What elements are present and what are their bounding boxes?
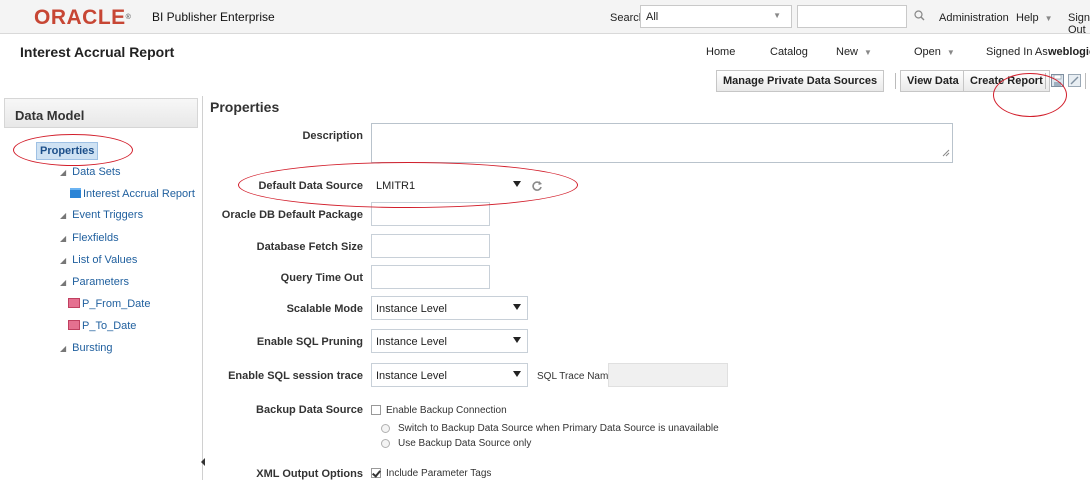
expand-triangle-icon: ◢ [60,234,67,243]
expand-triangle-icon: ◢ [60,168,67,177]
home-link[interactable]: Home [706,46,735,58]
dropdown-arrow-icon [513,181,521,187]
parameter-icon [68,298,80,308]
backup-data-source-label: Backup Data Source [256,404,363,416]
tree-item-event-triggers[interactable]: ◢ Event Triggers [60,209,143,221]
oracle-db-default-package-input[interactable] [371,202,490,226]
expand-triangle-icon: ◢ [60,256,67,265]
manage-private-data-sources-button[interactable]: Manage Private Data Sources [716,70,885,92]
use-backup-only-radio[interactable] [381,439,390,448]
xml-output-options-label: XML Output Options [256,468,363,480]
view-data-button[interactable]: View Data [900,70,966,92]
expand-triangle-icon: ◢ [60,344,67,353]
panel-header: Data Model [4,98,198,128]
product-name: BI Publisher Enterprise [152,10,275,24]
tree-item-parameter[interactable]: P_To_Date [68,320,136,332]
tree-item-data-sets[interactable]: ◢ Data Sets [60,166,120,178]
switch-to-backup-radio[interactable] [381,424,390,433]
enable-sql-pruning-select[interactable]: Instance Level [371,329,528,353]
tree-item-parameter[interactable]: P_From_Date [68,298,150,310]
administration-link[interactable]: Administration [939,12,1009,24]
use-backup-only-label: Use Backup Data Source only [398,438,532,449]
help-menu[interactable]: Help ▼ [1016,12,1053,24]
tree-item-data-set[interactable]: Interest Accrual Report [70,188,195,200]
search-icon[interactable] [914,10,925,24]
dropdown-arrow-icon [513,337,521,343]
chevron-down-icon: ▼ [946,48,955,57]
open-menu[interactable]: Open ▼ [914,46,955,58]
search-input[interactable] [797,5,907,28]
enable-sql-pruning-label: Enable SQL Pruning [256,336,363,348]
scalable-mode-label: Scalable Mode [286,303,363,315]
catalog-link[interactable]: Catalog [770,46,808,58]
tree-item-list-of-values[interactable]: ◢ List of Values [60,254,137,266]
save-as-icon[interactable] [1068,74,1081,90]
enable-backup-connection-checkbox[interactable] [371,405,381,415]
chevron-down-icon: ▼ [773,11,781,20]
default-data-source-select[interactable]: LMITR1 [371,173,528,197]
refresh-icon[interactable] [531,180,543,195]
tree-item-parameters[interactable]: ◢ Parameters [60,276,129,288]
query-time-out-input[interactable] [371,265,490,289]
toolbar-divider [1045,73,1046,89]
resize-grip-icon[interactable] [942,148,950,160]
search-scope-select[interactable]: All ▼ [640,5,792,28]
description-textarea[interactable] [371,123,953,163]
include-parameter-tags-checkbox[interactable] [371,468,381,478]
toolbar-divider [1085,73,1086,89]
database-fetch-size-label: Database Fetch Size [256,241,363,253]
oracle-db-default-package-label: Oracle DB Default Package [221,209,363,221]
expand-triangle-icon: ◢ [60,211,67,220]
new-menu[interactable]: New ▼ [836,46,872,58]
signed-in-as-label: Signed In As [986,46,1048,58]
sign-out-link[interactable]: Sign Out [1068,12,1090,36]
scalable-mode-select[interactable]: Instance Level [371,296,528,320]
tree-item-flexfields[interactable]: ◢ Flexfields [60,232,119,244]
sql-trace-name-label: SQL Trace Name [537,371,614,382]
chevron-down-icon: ▼ [1044,14,1053,23]
enable-backup-connection-label: Enable Backup Connection [386,405,507,416]
enable-sql-session-trace-label: Enable SQL session trace [228,370,363,382]
default-data-source-label: Default Data Source [258,180,363,192]
sql-trace-name-input[interactable] [608,363,728,387]
tree-item-properties[interactable]: Properties [36,142,99,160]
oracle-logo: ORACLE® [34,6,132,29]
dropdown-arrow-icon [513,371,521,377]
description-label: Description [302,130,363,142]
query-time-out-label: Query Time Out [280,272,363,284]
chevron-down-icon: ▼ [864,48,872,57]
parameter-icon [68,320,80,330]
create-report-button[interactable]: Create Report [963,70,1050,92]
top-bar: ORACLE® BI Publisher Enterprise Search A… [0,0,1090,36]
dropdown-arrow-icon [513,304,521,310]
save-icon[interactable] [1051,74,1064,90]
report-header: Interest Accrual Report Home Catalog New… [0,34,1090,96]
tree-item-bursting[interactable]: ◢ Bursting [60,342,113,354]
username: weblogic [1048,46,1090,58]
switch-to-backup-label: Switch to Backup Data Source when Primar… [398,423,719,434]
toolbar-divider [895,73,896,89]
enable-sql-session-trace-select[interactable]: Instance Level [371,363,528,387]
page-title: Interest Accrual Report [20,44,175,60]
expand-triangle-icon: ◢ [60,278,67,287]
data-set-icon [70,188,81,198]
include-parameter-tags-label: Include Parameter Tags [386,468,492,479]
collapse-splitter-handle[interactable] [201,456,205,468]
database-fetch-size-input[interactable] [371,234,490,258]
panel-title: Data Model [15,108,85,123]
section-title: Properties [210,99,280,115]
data-model-panel: Data Model Properties ◢ Data Sets Interes… [0,96,205,480]
